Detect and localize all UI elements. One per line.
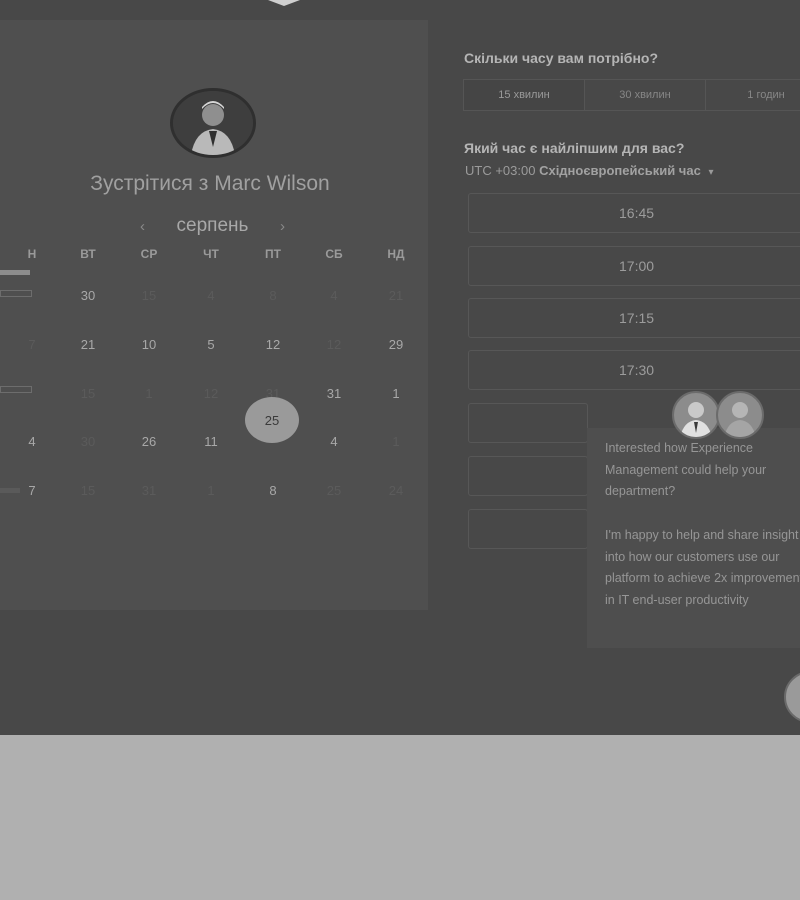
calendar-day[interactable]: 8 (253, 483, 293, 498)
calendar-day: 12 (326, 337, 342, 352)
duration-option-60[interactable]: 1 годин (706, 80, 800, 110)
calendar-day: 1 (145, 386, 153, 401)
calendar-day: 7 (28, 337, 36, 352)
weekday-thu: ЧТ (203, 247, 219, 261)
chat-launcher-button[interactable] (784, 671, 800, 723)
calendar-day[interactable]: 4 (314, 434, 354, 449)
person-icon (173, 91, 253, 155)
chevron-right-icon[interactable]: › (280, 218, 285, 235)
top-caret-icon (268, 0, 300, 6)
calendar-day: 15 (80, 483, 96, 498)
chevron-down-icon: ▾ (708, 167, 714, 178)
weekday-mon: Н (27, 247, 37, 261)
calendar-day[interactable]: 30 (68, 288, 108, 303)
range-bar (0, 270, 30, 275)
calendar-day[interactable]: 26 (129, 434, 169, 449)
time-slot[interactable]: 17:00 (468, 246, 800, 286)
duration-option-30[interactable]: 30 хвилин (585, 80, 706, 110)
calendar-day[interactable]: 10 (129, 337, 169, 352)
agent-avatar (672, 391, 720, 439)
person-icon (680, 402, 712, 437)
timezone-selector[interactable]: UTC +03:00 Східноєвропейський час ▾ (465, 163, 713, 178)
chat-message-detail: I'm happy to help and share insight into… (605, 528, 800, 607)
calendar-day: 15 (80, 386, 96, 401)
month-navigator: ‹ серпень › (140, 214, 285, 238)
current-month: серпень (176, 215, 249, 236)
range-bar-outline (0, 290, 32, 297)
timezone-offset: UTC +03:00 (465, 163, 536, 178)
calendar-day: 4 (207, 288, 215, 303)
agent-avatar (716, 391, 764, 439)
meeting-title: Зустрітися з Marc Wilson (90, 172, 330, 195)
chat-message-intro: Interested how Experience Management cou… (605, 441, 767, 498)
calendar-day: 8 (269, 288, 277, 303)
time-question: Який час є найліпшим для вас? (464, 140, 685, 156)
chat-popup: Interested how Experience Management cou… (587, 428, 800, 648)
time-slot[interactable] (468, 456, 588, 496)
calendar-day[interactable]: 31 (314, 386, 354, 401)
calendar-day[interactable]: 11 (191, 434, 231, 449)
calendar-day[interactable]: 29 (376, 337, 416, 352)
weekday-sat: СБ (325, 247, 343, 261)
calendar-day: 24 (388, 483, 404, 498)
calendar-card: Зустрітися з Marc Wilson ‹ серпень › (0, 20, 428, 610)
time-slot[interactable]: 16:45 (468, 193, 800, 233)
duration-option-15[interactable]: 15 хвилин (464, 80, 585, 110)
calendar-day[interactable]: 5 (191, 337, 231, 352)
calendar-day[interactable]: 7 (12, 483, 52, 498)
weekday-wed: СР (140, 247, 158, 261)
calendar-day: 21 (388, 288, 404, 303)
chat-agent-avatars (672, 391, 772, 439)
calendar-day: 15 (141, 288, 157, 303)
weekday-tue: ВТ (80, 247, 96, 261)
chevron-left-icon[interactable]: ‹ (140, 218, 145, 235)
scheduler-overlay: Зустрітися з Marc Wilson ‹ серпень › Н В… (0, 0, 800, 735)
time-slot[interactable] (468, 509, 588, 549)
calendar-day-selected[interactable]: 25 (245, 397, 299, 443)
time-slot[interactable]: 17:30 (468, 350, 800, 390)
calendar-day: 31 (141, 483, 157, 498)
time-slot[interactable]: 17:15 (468, 298, 800, 338)
calendar-day: 1 (207, 483, 215, 498)
duration-question: Скільки часу вам потрібно? (464, 50, 659, 66)
weekday-fri: ПТ (265, 247, 281, 261)
page-background (0, 735, 800, 900)
calendar-day[interactable]: 1 (376, 386, 416, 401)
calendar-day: 4 (330, 288, 338, 303)
calendar-day[interactable]: 21 (68, 337, 108, 352)
calendar-day: 12 (203, 386, 219, 401)
timezone-name: Східноєвропейський час (539, 163, 701, 178)
host-avatar (170, 88, 256, 158)
calendar-day: 25 (326, 483, 342, 498)
duration-tabs: 15 хвилин 30 хвилин 1 годин (463, 79, 800, 111)
range-bar-outline (0, 386, 32, 393)
calendar-day[interactable]: 4 (12, 434, 52, 449)
calendar-day: 30 (80, 434, 96, 449)
weekday-sun: НД (387, 247, 405, 261)
calendar-day: 1 (392, 434, 400, 449)
calendar-day[interactable]: 12 (253, 337, 293, 352)
time-slot[interactable] (468, 403, 588, 443)
person-icon (724, 402, 756, 437)
